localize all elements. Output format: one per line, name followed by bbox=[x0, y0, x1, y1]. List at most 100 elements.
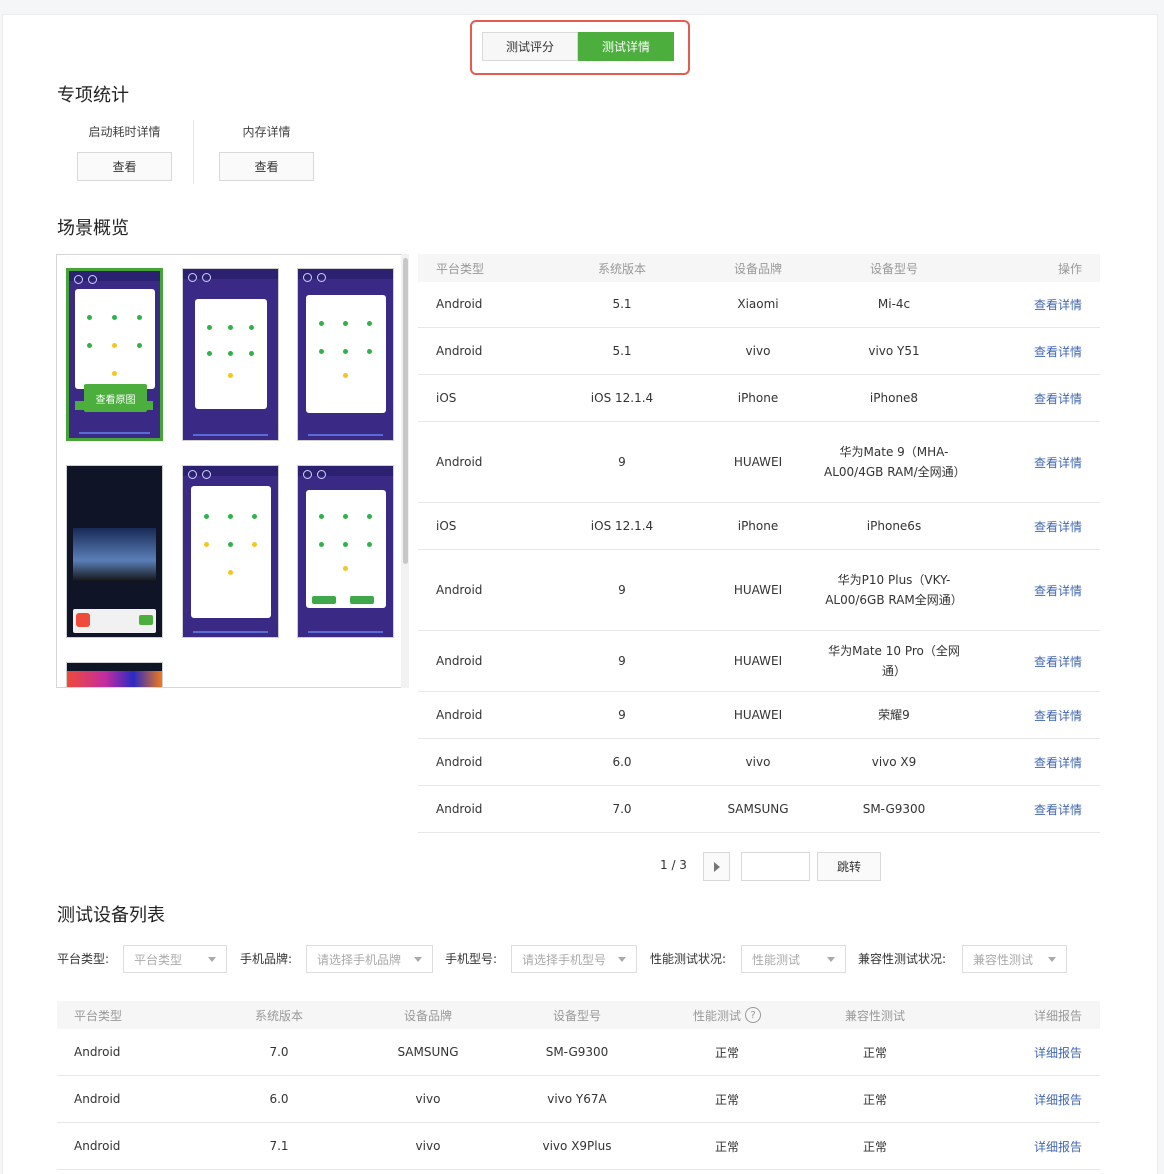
detail-report-link[interactable]: 详细报告 bbox=[1034, 1123, 1082, 1169]
device-table-row: Android 7.1 vivo vivo X9Plus 正常 正常 详细报告 bbox=[57, 1123, 1100, 1170]
header-version: 系统版本 bbox=[254, 1008, 303, 1023]
scene-table-row: Android 9 HUAWEI 华为Mate 9（MHA-AL00/4GB RAM/… bbox=[418, 422, 1100, 503]
pager-status: 1 / 3 bbox=[660, 858, 687, 872]
screenshot-thumbnail[interactable] bbox=[66, 268, 163, 441]
screenshot-gallery bbox=[56, 254, 409, 688]
cell-perf-status: 正常 bbox=[714, 1139, 739, 1154]
memory-label: 内存详情 bbox=[242, 125, 291, 139]
filter-perf-placeholder: 性能测试 bbox=[752, 952, 801, 967]
cell-brand: SAMSUNG bbox=[727, 802, 789, 816]
cell-model: vivo X9Plus bbox=[542, 1139, 612, 1153]
cell-version: 7.0 bbox=[612, 802, 632, 816]
filter-perf-label: 性能测试状况: bbox=[650, 952, 727, 966]
scene-table-row: Android 9 HUAWEI 华为P10 Plus（VKY-AL00/6GB RA… bbox=[418, 550, 1100, 631]
device-table-header: 平台类型 系统版本 设备品牌 设备型号 性能测试? 兼容性测试 详细报告 bbox=[57, 1001, 1100, 1029]
detail-report-link[interactable]: 详细报告 bbox=[1034, 1029, 1082, 1075]
filter-compat-select[interactable]: 兼容性测试 bbox=[962, 945, 1067, 973]
cell-platform: Android bbox=[74, 1139, 121, 1153]
view-details-link[interactable]: 查看详情 bbox=[1034, 503, 1082, 549]
cell-perf-status: 正常 bbox=[714, 1092, 739, 1107]
cell-version: 9 bbox=[618, 708, 626, 722]
tab-test-details[interactable]: 测试详情 bbox=[578, 32, 674, 61]
cell-version: 7.0 bbox=[269, 1045, 289, 1059]
cell-brand: vivo bbox=[415, 1092, 441, 1106]
header-report: 详细报告 bbox=[1033, 1008, 1082, 1023]
cell-compat-status: 正常 bbox=[862, 1092, 887, 1107]
cell-version: 9 bbox=[618, 455, 626, 469]
view-original-button[interactable]: 查看原图 bbox=[84, 384, 147, 412]
view-details-link[interactable]: 查看详情 bbox=[1034, 328, 1082, 374]
view-details-link[interactable]: 查看详情 bbox=[1034, 786, 1082, 832]
scene-table-row: Android 6.0 vivo vivo X9 查看详情 bbox=[418, 739, 1100, 786]
cell-version: 5.1 bbox=[612, 344, 632, 358]
help-icon[interactable]: ? bbox=[745, 1007, 761, 1023]
cell-version: iOS 12.1.4 bbox=[590, 519, 654, 533]
cell-platform: Android bbox=[74, 1045, 121, 1059]
screenshot-thumbnail[interactable] bbox=[182, 465, 279, 638]
device-list-title: 测试设备列表 bbox=[57, 905, 165, 926]
header-platform: 平台类型 bbox=[74, 1008, 123, 1023]
header-version: 系统版本 bbox=[597, 261, 646, 276]
filter-platform-select[interactable]: 平台类型 bbox=[123, 945, 227, 973]
startup-time-view-button[interactable]: 查看 bbox=[77, 152, 172, 181]
screenshot-thumbnail[interactable] bbox=[297, 268, 394, 441]
view-details-link[interactable]: 查看详情 bbox=[1034, 422, 1082, 502]
cell-version: 6.0 bbox=[612, 755, 632, 769]
filter-platform-label: 平台类型: bbox=[57, 952, 110, 966]
cell-brand: Xiaomi bbox=[737, 297, 779, 311]
screenshot-thumbnail[interactable] bbox=[297, 465, 394, 638]
cell-brand: vivo bbox=[415, 1139, 441, 1153]
cell-platform: Android bbox=[436, 455, 483, 469]
screenshot-thumbnail[interactable] bbox=[66, 662, 163, 687]
filter-brand-label: 手机品牌: bbox=[240, 952, 293, 966]
jump-button[interactable]: 跳转 bbox=[817, 852, 881, 881]
filter-brand-select[interactable]: 请选择手机品牌 bbox=[306, 945, 433, 973]
cell-platform: Android bbox=[436, 802, 483, 816]
view-details-link[interactable]: 查看详情 bbox=[1034, 739, 1082, 785]
scene-table-row: Android 5.1 Xiaomi Mi-4c 查看详情 bbox=[418, 281, 1100, 328]
cell-compat-status: 正常 bbox=[862, 1139, 887, 1154]
gallery-scrollbar-thumb[interactable] bbox=[403, 258, 408, 564]
cell-brand: vivo bbox=[745, 755, 771, 769]
view-details-link[interactable]: 查看详情 bbox=[1034, 550, 1082, 630]
cell-version: 9 bbox=[618, 654, 626, 668]
cell-perf-status: 正常 bbox=[714, 1045, 739, 1060]
scene-table-row: Android 7.0 SAMSUNG SM-G9300 查看详情 bbox=[418, 786, 1100, 833]
view-details-link[interactable]: 查看详情 bbox=[1034, 375, 1082, 421]
cell-platform: iOS bbox=[436, 519, 457, 533]
view-details-link[interactable]: 查看详情 bbox=[1034, 281, 1082, 327]
filter-perf-select[interactable]: 性能测试 bbox=[741, 945, 846, 973]
filter-model-select[interactable]: 请选择手机型号 bbox=[511, 945, 637, 973]
filter-model-label: 手机型号: bbox=[445, 952, 498, 966]
cell-platform: Android bbox=[436, 583, 483, 597]
filter-compat-label: 兼容性测试状况: bbox=[858, 952, 947, 966]
cell-brand: vivo bbox=[745, 344, 771, 358]
next-page-button[interactable] bbox=[703, 852, 730, 881]
cell-compat-status: 正常 bbox=[862, 1045, 887, 1060]
scene-table-row: iOS iOS 12.1.4 iPhone iPhone8 查看详情 bbox=[418, 375, 1100, 422]
detail-report-link[interactable]: 详细报告 bbox=[1034, 1076, 1082, 1122]
header-model: 设备型号 bbox=[869, 261, 918, 276]
device-table-row: Android 7.0 SAMSUNG SM-G9300 正常 正常 详细报告 bbox=[57, 1029, 1100, 1076]
view-details-link[interactable]: 查看详情 bbox=[1034, 692, 1082, 738]
cell-brand: iPhone bbox=[737, 391, 779, 405]
cell-model: iPhone6s bbox=[866, 519, 922, 533]
header-platform: 平台类型 bbox=[436, 261, 485, 276]
stats-divider bbox=[193, 120, 194, 184]
cell-version: 5.1 bbox=[612, 297, 632, 311]
screenshot-thumbnail[interactable] bbox=[182, 268, 279, 441]
cell-platform: iOS bbox=[436, 391, 457, 405]
view-details-link[interactable]: 查看详情 bbox=[1034, 631, 1082, 691]
tab-test-score[interactable]: 测试评分 bbox=[482, 32, 578, 61]
cell-brand: iPhone bbox=[737, 519, 779, 533]
screenshot-thumbnail[interactable] bbox=[66, 465, 163, 638]
scene-overview-title: 场景概览 bbox=[57, 218, 129, 239]
cell-version: 7.1 bbox=[269, 1139, 289, 1153]
page-number-input[interactable] bbox=[741, 852, 810, 881]
cell-version: iOS 12.1.4 bbox=[590, 391, 654, 405]
filter-model-placeholder: 请选择手机型号 bbox=[522, 952, 607, 967]
memory-view-button[interactable]: 查看 bbox=[219, 152, 314, 181]
cell-platform: Android bbox=[436, 708, 483, 722]
chevron-down-icon bbox=[827, 957, 835, 962]
cell-brand: HUAWEI bbox=[733, 455, 783, 469]
